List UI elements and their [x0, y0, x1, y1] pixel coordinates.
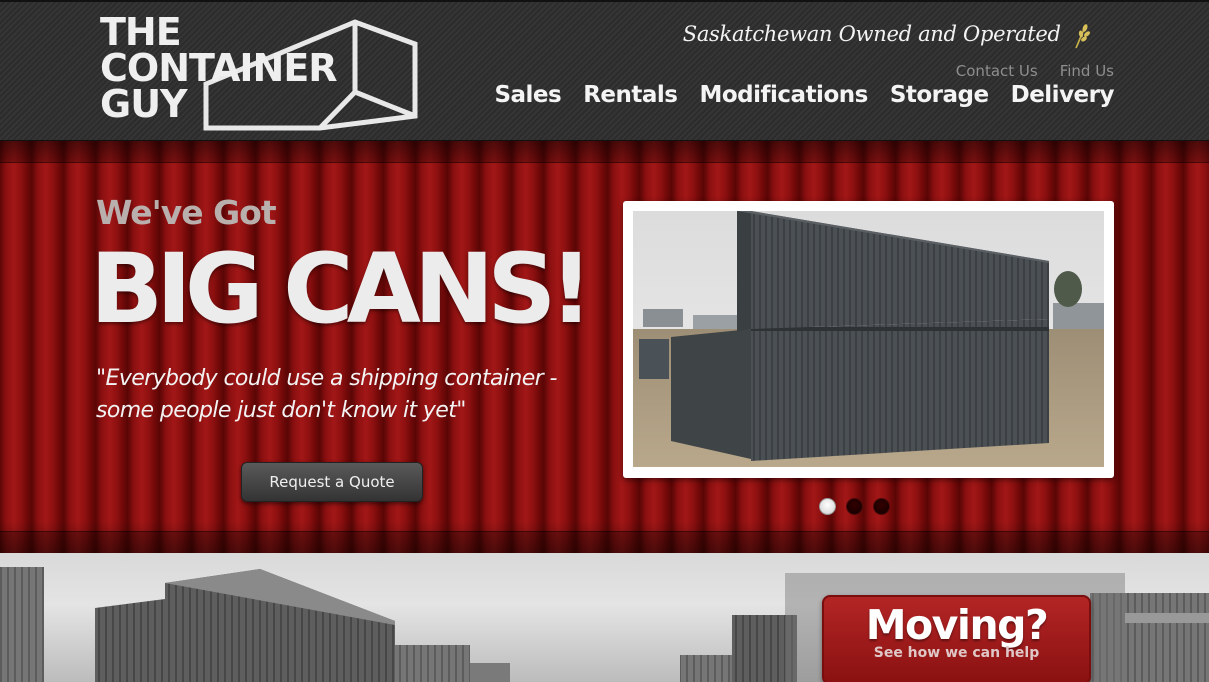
tagline: Saskatchewan Owned and Operated [683, 22, 1091, 49]
promo-title: Moving? [865, 601, 1049, 649]
logo-line-guy: GUY [100, 82, 188, 126]
logo-line-the: THE [100, 10, 182, 54]
logo-wordmark: THE CONTAINER GUY [100, 10, 338, 126]
hero-bottom-rail [0, 531, 1209, 553]
slide-dot-3[interactable] [873, 498, 890, 515]
utility-nav: Contact Us Find Us [956, 62, 1114, 80]
moving-promo-button[interactable]: Moving? See how we can help [822, 595, 1091, 682]
main-nav: Sales Rentals Modifications Storage Deli… [494, 82, 1114, 108]
nav-contact-us[interactable]: Contact Us [956, 62, 1038, 80]
nav-rentals[interactable]: Rentals [583, 82, 678, 108]
slideshow-frame[interactable] [623, 201, 1114, 478]
site-header: THE CONTAINER GUY Saskatchewan Owned and… [0, 0, 1209, 141]
container-yard-banner: Moving? See how we can help [0, 553, 1209, 682]
container-photo [633, 211, 1104, 467]
hero-top-rail [0, 141, 1209, 163]
hero-quote-line1: "Everybody could use a shipping containe… [96, 366, 557, 391]
nav-storage[interactable]: Storage [890, 82, 989, 108]
nav-find-us[interactable]: Find Us [1060, 62, 1114, 80]
slide-dot-2[interactable] [846, 498, 863, 515]
slide-dot-1[interactable] [819, 498, 836, 515]
nav-delivery[interactable]: Delivery [1011, 82, 1115, 108]
wheat-icon [1075, 23, 1090, 48]
site-logo[interactable]: THE CONTAINER GUY [100, 10, 420, 132]
hero-kicker: We've Got [96, 193, 277, 232]
promo-subtitle: See how we can help [873, 645, 1040, 661]
slideshow-pagination [819, 498, 890, 515]
nav-modifications[interactable]: Modifications [699, 82, 868, 108]
nav-sales[interactable]: Sales [494, 82, 561, 108]
logo-line-container: CONTAINER [100, 46, 338, 90]
hero-banner: We've Got BIG CANS! "Everybody could use… [0, 141, 1209, 553]
hero-headline: BIG CANS! [90, 233, 593, 345]
hero-quote-line2: some people just don't know it yet" [96, 398, 466, 423]
hero-quote: "Everybody could use a shipping containe… [96, 363, 576, 427]
request-quote-button[interactable]: Request a Quote [241, 462, 423, 502]
tagline-text: Saskatchewan Owned and Operated [682, 22, 1061, 46]
